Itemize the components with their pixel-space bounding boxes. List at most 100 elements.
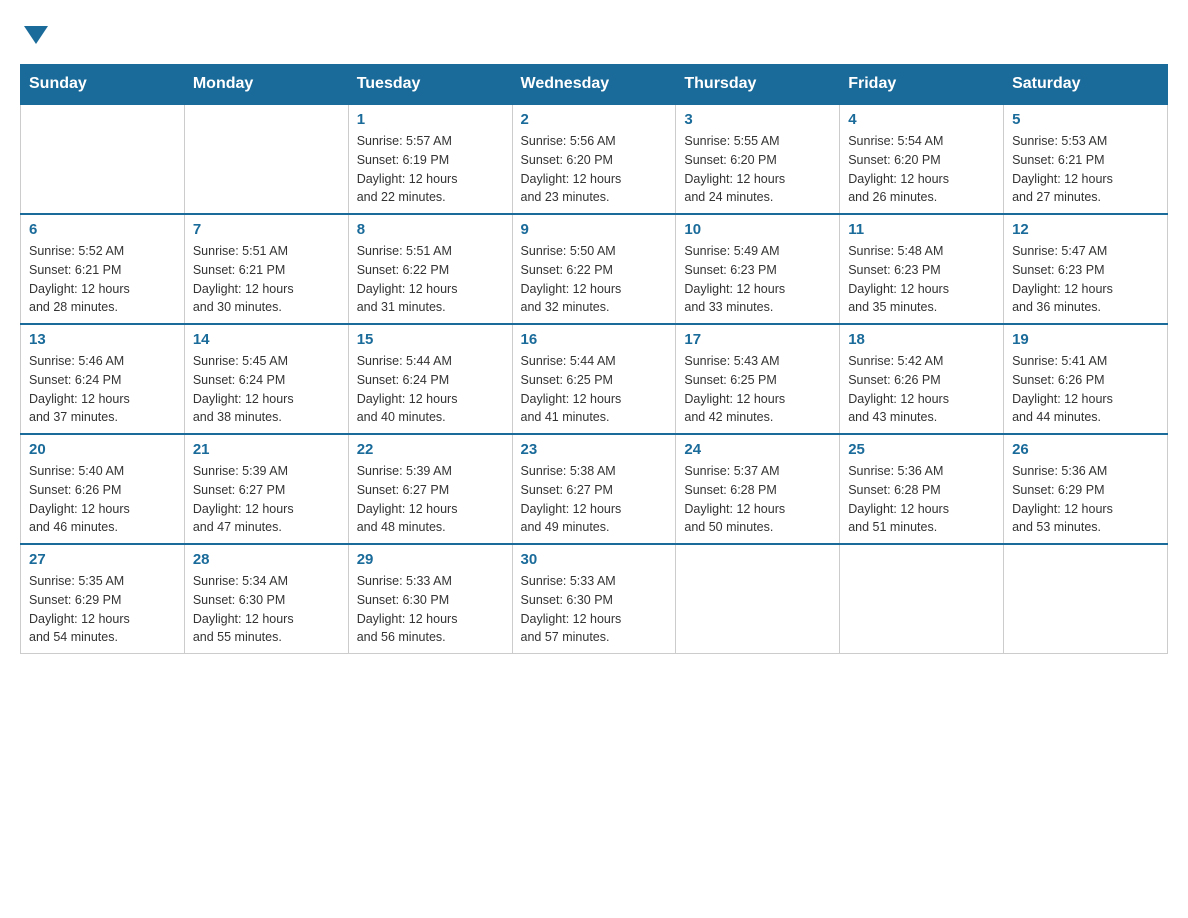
day-number: 19 bbox=[1012, 331, 1159, 348]
day-number: 1 bbox=[357, 111, 504, 128]
day-number: 27 bbox=[29, 551, 176, 568]
day-number: 12 bbox=[1012, 221, 1159, 238]
calendar-header-row: SundayMondayTuesdayWednesdayThursdayFrid… bbox=[21, 65, 1168, 105]
calendar-header-wednesday: Wednesday bbox=[512, 65, 676, 105]
day-number: 3 bbox=[684, 111, 831, 128]
day-info: Sunrise: 5:51 AMSunset: 6:22 PMDaylight:… bbox=[357, 242, 504, 317]
day-info: Sunrise: 5:34 AMSunset: 6:30 PMDaylight:… bbox=[193, 572, 340, 647]
day-number: 13 bbox=[29, 331, 176, 348]
day-info: Sunrise: 5:35 AMSunset: 6:29 PMDaylight:… bbox=[29, 572, 176, 647]
calendar-cell: 3 Sunrise: 5:55 AMSunset: 6:20 PMDaylight… bbox=[676, 104, 840, 214]
day-number: 30 bbox=[521, 551, 668, 568]
day-number: 21 bbox=[193, 441, 340, 458]
calendar-week-row-5: 27 Sunrise: 5:35 AMSunset: 6:29 PMDayligh… bbox=[21, 544, 1168, 654]
day-number: 16 bbox=[521, 331, 668, 348]
calendar-cell: 14Sunrise: 5:45 AMSunset: 6:24 PMDayligh… bbox=[184, 324, 348, 434]
day-info: Sunrise: 5:54 AMSunset: 6:20 PMDaylight:… bbox=[848, 132, 995, 207]
day-info: Sunrise: 5:38 AMSunset: 6:27 PMDaylight:… bbox=[521, 462, 668, 537]
day-number: 9 bbox=[521, 221, 668, 238]
logo-arrow-icon bbox=[24, 26, 48, 44]
calendar-cell bbox=[184, 104, 348, 214]
day-number: 28 bbox=[193, 551, 340, 568]
day-info: Sunrise: 5:39 AMSunset: 6:27 PMDaylight:… bbox=[357, 462, 504, 537]
day-info: Sunrise: 5:36 AMSunset: 6:28 PMDaylight:… bbox=[848, 462, 995, 537]
day-info: Sunrise: 5:33 AMSunset: 6:30 PMDaylight:… bbox=[357, 572, 504, 647]
day-info: Sunrise: 5:53 AMSunset: 6:21 PMDaylight:… bbox=[1012, 132, 1159, 207]
day-info: Sunrise: 5:55 AMSunset: 6:20 PMDaylight:… bbox=[684, 132, 831, 207]
day-info: Sunrise: 5:40 AMSunset: 6:26 PMDaylight:… bbox=[29, 462, 176, 537]
day-number: 15 bbox=[357, 331, 504, 348]
day-info: Sunrise: 5:47 AMSunset: 6:23 PMDaylight:… bbox=[1012, 242, 1159, 317]
day-number: 6 bbox=[29, 221, 176, 238]
day-number: 25 bbox=[848, 441, 995, 458]
calendar-cell: 6 Sunrise: 5:52 AMSunset: 6:21 PMDaylight… bbox=[21, 214, 185, 324]
calendar-cell: 27 Sunrise: 5:35 AMSunset: 6:29 PMDayligh… bbox=[21, 544, 185, 654]
day-info: Sunrise: 5:36 AMSunset: 6:29 PMDaylight:… bbox=[1012, 462, 1159, 537]
page-header bbox=[20, 20, 1168, 44]
day-info: Sunrise: 5:48 AMSunset: 6:23 PMDaylight:… bbox=[848, 242, 995, 317]
calendar-cell: 12 Sunrise: 5:47 AMSunset: 6:23 PMDayligh… bbox=[1004, 214, 1168, 324]
day-info: Sunrise: 5:41 AMSunset: 6:26 PMDaylight:… bbox=[1012, 352, 1159, 427]
calendar-header-saturday: Saturday bbox=[1004, 65, 1168, 105]
calendar-cell: 28 Sunrise: 5:34 AMSunset: 6:30 PMDayligh… bbox=[184, 544, 348, 654]
calendar-cell bbox=[840, 544, 1004, 654]
calendar-cell: 26 Sunrise: 5:36 AMSunset: 6:29 PMDayligh… bbox=[1004, 434, 1168, 544]
calendar-cell: 15Sunrise: 5:44 AMSunset: 6:24 PMDayligh… bbox=[348, 324, 512, 434]
day-info: Sunrise: 5:50 AMSunset: 6:22 PMDaylight:… bbox=[521, 242, 668, 317]
calendar-cell: 13 Sunrise: 5:46 AMSunset: 6:24 PMDayligh… bbox=[21, 324, 185, 434]
day-info: Sunrise: 5:45 AMSunset: 6:24 PMDaylight:… bbox=[193, 352, 340, 427]
day-info: Sunrise: 5:49 AMSunset: 6:23 PMDaylight:… bbox=[684, 242, 831, 317]
day-info: Sunrise: 5:52 AMSunset: 6:21 PMDaylight:… bbox=[29, 242, 176, 317]
day-info: Sunrise: 5:51 AMSunset: 6:21 PMDaylight:… bbox=[193, 242, 340, 317]
day-number: 5 bbox=[1012, 111, 1159, 128]
day-number: 24 bbox=[684, 441, 831, 458]
day-info: Sunrise: 5:44 AMSunset: 6:25 PMDaylight:… bbox=[521, 352, 668, 427]
day-info: Sunrise: 5:37 AMSunset: 6:28 PMDaylight:… bbox=[684, 462, 831, 537]
calendar-cell: 25 Sunrise: 5:36 AMSunset: 6:28 PMDayligh… bbox=[840, 434, 1004, 544]
logo bbox=[20, 20, 48, 44]
day-info: Sunrise: 5:46 AMSunset: 6:24 PMDaylight:… bbox=[29, 352, 176, 427]
calendar-cell: 2 Sunrise: 5:56 AMSunset: 6:20 PMDaylight… bbox=[512, 104, 676, 214]
day-info: Sunrise: 5:42 AMSunset: 6:26 PMDaylight:… bbox=[848, 352, 995, 427]
day-info: Sunrise: 5:43 AMSunset: 6:25 PMDaylight:… bbox=[684, 352, 831, 427]
day-number: 22 bbox=[357, 441, 504, 458]
calendar-week-row-2: 6 Sunrise: 5:52 AMSunset: 6:21 PMDaylight… bbox=[21, 214, 1168, 324]
calendar-header-monday: Monday bbox=[184, 65, 348, 105]
calendar-cell: 17 Sunrise: 5:43 AMSunset: 6:25 PMDayligh… bbox=[676, 324, 840, 434]
day-number: 4 bbox=[848, 111, 995, 128]
day-info: Sunrise: 5:39 AMSunset: 6:27 PMDaylight:… bbox=[193, 462, 340, 537]
calendar-header-friday: Friday bbox=[840, 65, 1004, 105]
calendar-cell: 29 Sunrise: 5:33 AMSunset: 6:30 PMDayligh… bbox=[348, 544, 512, 654]
calendar-cell bbox=[1004, 544, 1168, 654]
calendar-cell bbox=[21, 104, 185, 214]
calendar-week-row-1: 1 Sunrise: 5:57 AMSunset: 6:19 PMDaylight… bbox=[21, 104, 1168, 214]
day-info: Sunrise: 5:33 AMSunset: 6:30 PMDaylight:… bbox=[521, 572, 668, 647]
calendar-header-sunday: Sunday bbox=[21, 65, 185, 105]
calendar-cell: 20 Sunrise: 5:40 AMSunset: 6:26 PMDayligh… bbox=[21, 434, 185, 544]
calendar-week-row-3: 13 Sunrise: 5:46 AMSunset: 6:24 PMDayligh… bbox=[21, 324, 1168, 434]
calendar-cell: 24 Sunrise: 5:37 AMSunset: 6:28 PMDayligh… bbox=[676, 434, 840, 544]
calendar-cell: 10 Sunrise: 5:49 AMSunset: 6:23 PMDayligh… bbox=[676, 214, 840, 324]
calendar-cell: 8Sunrise: 5:51 AMSunset: 6:22 PMDaylight… bbox=[348, 214, 512, 324]
day-info: Sunrise: 5:56 AMSunset: 6:20 PMDaylight:… bbox=[521, 132, 668, 207]
calendar-cell: 4 Sunrise: 5:54 AMSunset: 6:20 PMDaylight… bbox=[840, 104, 1004, 214]
calendar-cell: 19 Sunrise: 5:41 AMSunset: 6:26 PMDayligh… bbox=[1004, 324, 1168, 434]
day-number: 20 bbox=[29, 441, 176, 458]
day-info: Sunrise: 5:57 AMSunset: 6:19 PMDaylight:… bbox=[357, 132, 504, 207]
day-number: 23 bbox=[521, 441, 668, 458]
calendar-cell bbox=[676, 544, 840, 654]
calendar-header-thursday: Thursday bbox=[676, 65, 840, 105]
calendar-cell: 30 Sunrise: 5:33 AMSunset: 6:30 PMDayligh… bbox=[512, 544, 676, 654]
day-number: 26 bbox=[1012, 441, 1159, 458]
day-number: 29 bbox=[357, 551, 504, 568]
calendar-cell: 21 Sunrise: 5:39 AMSunset: 6:27 PMDayligh… bbox=[184, 434, 348, 544]
day-number: 10 bbox=[684, 221, 831, 238]
calendar-cell: 18Sunrise: 5:42 AMSunset: 6:26 PMDayligh… bbox=[840, 324, 1004, 434]
calendar-cell: 11Sunrise: 5:48 AMSunset: 6:23 PMDayligh… bbox=[840, 214, 1004, 324]
day-number: 2 bbox=[521, 111, 668, 128]
calendar-cell: 5 Sunrise: 5:53 AMSunset: 6:21 PMDaylight… bbox=[1004, 104, 1168, 214]
day-number: 7 bbox=[193, 221, 340, 238]
calendar-header-tuesday: Tuesday bbox=[348, 65, 512, 105]
calendar-week-row-4: 20 Sunrise: 5:40 AMSunset: 6:26 PMDayligh… bbox=[21, 434, 1168, 544]
day-number: 17 bbox=[684, 331, 831, 348]
